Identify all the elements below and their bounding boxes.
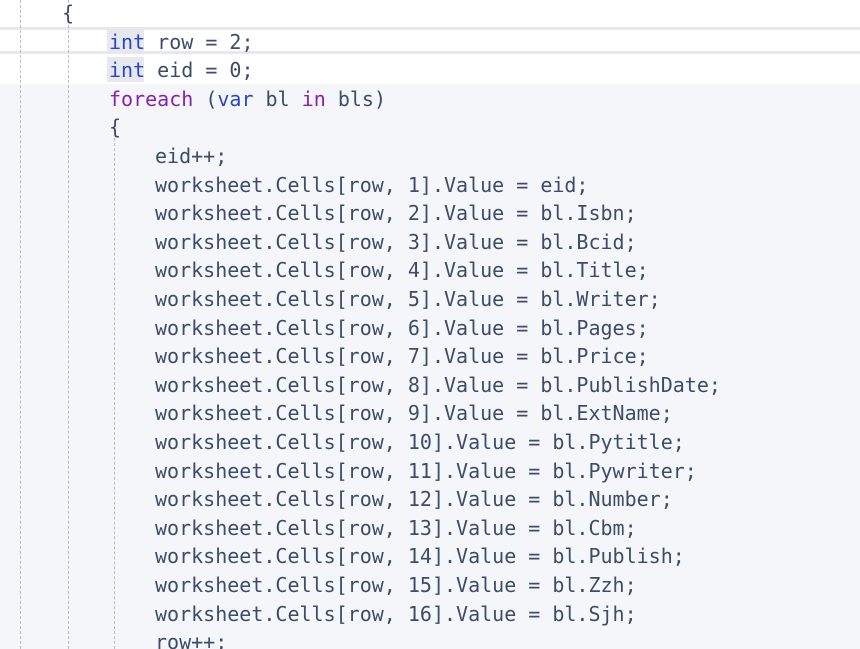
- code-token: in: [301, 86, 326, 111]
- code-token: worksheet.Cells[row, 3].Value = bl.Bcid;: [155, 229, 637, 254]
- code-token: worksheet.Cells[row, 4].Value = bl.Title…: [155, 258, 649, 283]
- code-line[interactable]: {: [109, 113, 121, 141]
- code-token: eid = 0;: [145, 58, 254, 83]
- code-line[interactable]: row++;: [155, 628, 227, 649]
- code-line[interactable]: worksheet.Cells[row, 3].Value = bl.Bcid;: [155, 228, 637, 256]
- code-token: bls): [325, 86, 386, 111]
- code-token: worksheet.Cells[row, 6].Value = bl.Pages…: [155, 315, 649, 340]
- code-token: bl: [253, 86, 302, 111]
- code-line[interactable]: worksheet.Cells[row, 8].Value = bl.Publi…: [155, 371, 721, 399]
- code-line[interactable]: worksheet.Cells[row, 6].Value = bl.Pages…: [155, 314, 649, 342]
- code-line[interactable]: worksheet.Cells[row, 5].Value = bl.Write…: [155, 285, 661, 313]
- code-token: worksheet.Cells[row, 9].Value = bl.ExtNa…: [155, 401, 673, 426]
- code-token: worksheet.Cells[row, 7].Value = bl.Price…: [155, 344, 649, 369]
- code-token: {: [62, 1, 75, 25]
- code-line[interactable]: worksheet.Cells[row, 4].Value = bl.Title…: [155, 256, 649, 284]
- code-token: worksheet.Cells[row, 10].Value = bl.Pyti…: [155, 430, 685, 454]
- code-line[interactable]: worksheet.Cells[row, 12].Value = bl.Numb…: [155, 485, 673, 513]
- code-token: worksheet.Cells[row, 8].Value = bl.Publi…: [155, 372, 721, 397]
- indent-guide: [20, 0, 21, 649]
- code-token: foreach: [109, 86, 194, 111]
- code-line[interactable]: eid++;: [155, 142, 227, 170]
- code-token: worksheet.Cells[row, 5].Value = bl.Write…: [155, 287, 661, 311]
- code-line[interactable]: {: [62, 0, 74, 27]
- code-token: var: [217, 86, 254, 111]
- code-token: int: [109, 58, 146, 83]
- code-token: {: [109, 115, 122, 140]
- code-line[interactable]: worksheet.Cells[row, 9].Value = bl.ExtNa…: [155, 399, 673, 427]
- code-token: eid++;: [155, 144, 228, 168]
- code-token: worksheet.Cells[row, 13].Value = bl.Cbm;: [155, 515, 637, 540]
- code-line[interactable]: worksheet.Cells[row, 13].Value = bl.Cbm;: [155, 514, 637, 542]
- code-token: int: [109, 29, 146, 54]
- code-editor[interactable]: {int row = 2; int eid = 0; foreach (var bl…: [0, 0, 860, 649]
- indent-guide: [68, 0, 69, 649]
- code-token: row++;: [155, 630, 228, 649]
- code-line[interactable]: worksheet.Cells[row, 7].Value = bl.Price…: [155, 342, 649, 370]
- code-line[interactable]: int row = 2;: [109, 28, 254, 56]
- code-token: worksheet.Cells[row, 12].Value = bl.Numb…: [155, 487, 673, 512]
- code-line[interactable]: worksheet.Cells[row, 14].Value = bl.Publ…: [155, 542, 685, 570]
- code-token: worksheet.Cells[row, 16].Value = bl.Sjh;: [155, 601, 637, 626]
- indent-guide: [114, 138, 115, 649]
- code-line[interactable]: foreach (var bl in bls): [109, 85, 386, 113]
- code-line[interactable]: worksheet.Cells[row, 2].Value = bl.Isbn;: [155, 199, 637, 227]
- code-token: worksheet.Cells[row, 15].Value = bl.Zzh;: [155, 573, 637, 597]
- code-line[interactable]: int eid = 0;: [109, 56, 254, 84]
- code-token: worksheet.Cells[row, 11].Value = bl.Pywr…: [155, 458, 697, 483]
- code-token: worksheet.Cells[row, 1].Value = eid;: [155, 172, 589, 197]
- code-line[interactable]: worksheet.Cells[row, 16].Value = bl.Sjh;: [155, 600, 637, 628]
- code-line[interactable]: worksheet.Cells[row, 15].Value = bl.Zzh;: [155, 571, 637, 599]
- code-token: worksheet.Cells[row, 14].Value = bl.Publ…: [155, 544, 685, 569]
- code-line[interactable]: worksheet.Cells[row, 11].Value = bl.Pywr…: [155, 457, 697, 485]
- code-line[interactable]: worksheet.Cells[row, 1].Value = eid;: [155, 171, 588, 199]
- code-token: (: [193, 86, 218, 111]
- code-line[interactable]: worksheet.Cells[row, 10].Value = bl.Pyti…: [155, 428, 685, 456]
- code-token: worksheet.Cells[row, 2].Value = bl.Isbn;: [155, 201, 637, 226]
- code-token: row = 2;: [145, 29, 254, 54]
